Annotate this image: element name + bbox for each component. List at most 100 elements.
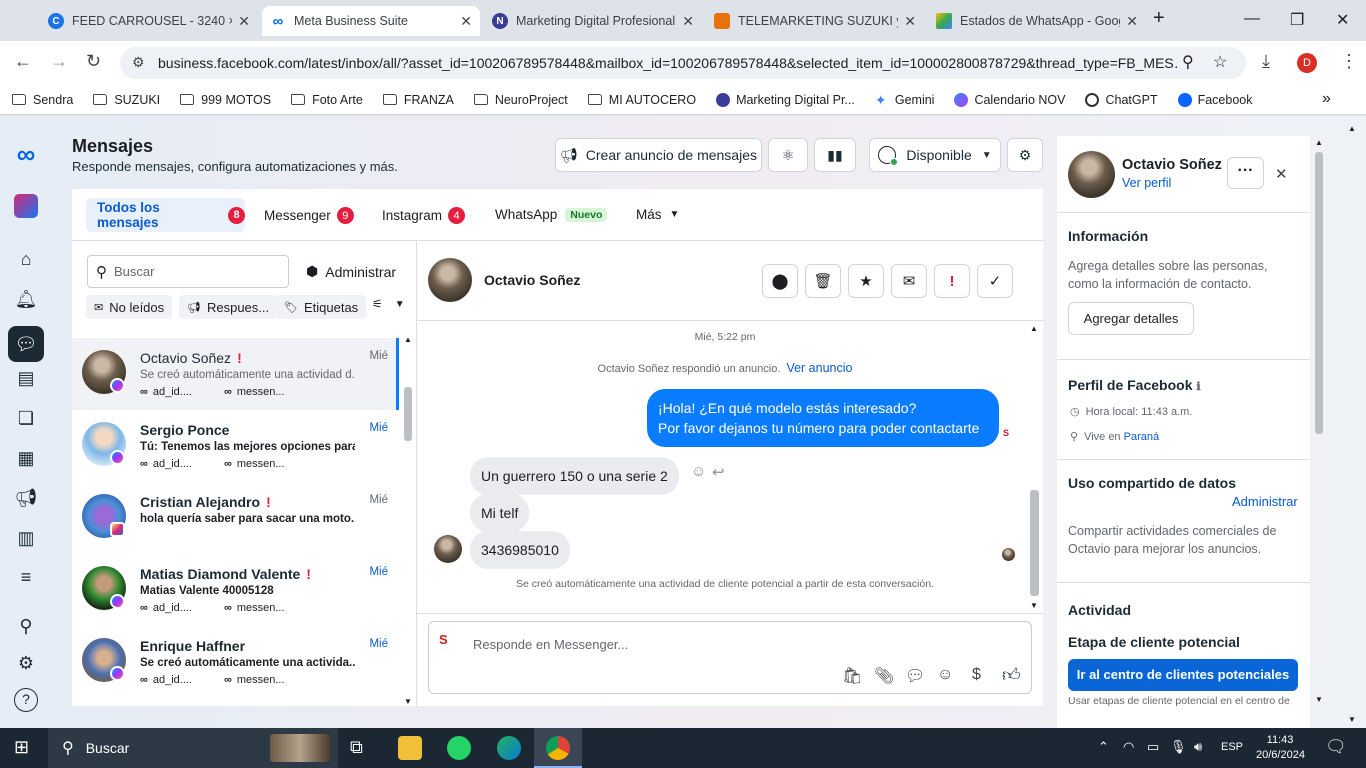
back-icon[interactable]: ←	[14, 51, 32, 72]
conversation-item[interactable]: Cristian Alejandro! hola quería saber pa…	[72, 482, 398, 554]
reply-input[interactable]: Responde en Messenger...	[473, 637, 628, 652]
spam-button[interactable]: ⬤	[762, 264, 798, 298]
bag-icon[interactable]: 🛍︎	[842, 666, 862, 686]
task-view-icon[interactable]: ⧉	[350, 737, 363, 758]
close-icon[interactable]: ✕	[682, 13, 694, 30]
chrome-taskbar-button[interactable]	[534, 728, 582, 768]
bookmark-franza[interactable]: FRANZA	[382, 93, 454, 107]
city-link[interactable]: Paraná	[1124, 431, 1159, 443]
planner-icon[interactable]: ▦	[14, 446, 38, 470]
attachment-icon[interactable]: 📎︎	[874, 666, 894, 686]
tab-messenger[interactable]: Messenger 9	[264, 207, 354, 224]
close-icon[interactable]: ✕	[238, 13, 250, 30]
bookmark-sendra[interactable]: Sendra	[12, 93, 73, 107]
download-icon[interactable]: ⤓	[1262, 51, 1270, 72]
more-bookmarks-icon[interactable]: »	[1322, 90, 1331, 108]
language-indicator[interactable]: ESP	[1221, 741, 1243, 753]
minimize-icon[interactable]: —	[1244, 10, 1260, 28]
thread-scrollbar[interactable]: ▲ ▼	[1028, 324, 1041, 610]
network-icon[interactable]: ◠	[1123, 739, 1134, 755]
windows-start-icon[interactable]: ⊞	[14, 737, 29, 758]
bookmark-foto-arte[interactable]: Foto Arte	[291, 93, 363, 107]
more-options-button[interactable]: ···	[1227, 157, 1264, 189]
payment-icon[interactable]: $	[972, 666, 981, 684]
browser-tab-feed[interactable]: C FEED CARROUSEL - 3240 × 1080✕	[40, 6, 258, 36]
notification-center-icon[interactable]: 🗨︎	[1325, 737, 1347, 757]
battery-icon[interactable]: ▭	[1147, 739, 1159, 755]
search-icon[interactable]: ⚲	[14, 614, 38, 638]
bookmark-mi-autocero[interactable]: MI AUTOCERO	[587, 93, 696, 107]
contacts-icon[interactable]: ▤	[14, 366, 38, 390]
new-tab-button[interactable]: +	[1153, 7, 1165, 30]
settings-icon[interactable]: ⚙	[14, 651, 38, 675]
page-avatar[interactable]	[14, 194, 38, 218]
more-filters-button[interactable]: ⚟ ▼	[372, 297, 405, 311]
reload-icon[interactable]: ↻	[86, 51, 101, 72]
whatsapp-icon[interactable]	[447, 736, 471, 760]
bookmark-star-icon[interactable]: ☆	[1213, 52, 1227, 72]
forward-icon[interactable]: →	[50, 51, 68, 72]
view-ad-link[interactable]: Ver anuncio	[786, 361, 852, 375]
insights-button[interactable]: ▮▮	[814, 138, 856, 172]
automations-button[interactable]: ⚛	[768, 138, 808, 172]
close-panel-icon[interactable]: ✕	[1275, 165, 1288, 183]
follow-up-button[interactable]: !	[934, 264, 970, 298]
leads-center-button[interactable]: Ir al centro de clientes potenciales	[1068, 659, 1298, 691]
scroll-thumb[interactable]	[1030, 490, 1039, 596]
bookmark-calendario[interactable]: Calendario NOV	[954, 92, 1065, 107]
file-explorer-icon[interactable]	[398, 736, 422, 760]
close-window-icon[interactable]: ✕	[1336, 10, 1349, 30]
star-button[interactable]: ★	[848, 264, 884, 298]
reply-icon[interactable]: ↩	[712, 463, 725, 481]
volume-icon[interactable]: 🔊︎	[1194, 739, 1202, 755]
mark-unread-button[interactable]: ✉	[891, 264, 927, 298]
saved-replies-icon[interactable]: 💬︎	[905, 666, 925, 686]
panel-scrollbar[interactable]: ▲ ▼	[1312, 136, 1326, 706]
restore-icon[interactable]: ❐	[1290, 10, 1304, 30]
conversation-item[interactable]: Sergio Ponce Tú: Tenemos las mejores opc…	[72, 410, 398, 482]
tab-whatsapp[interactable]: WhatsApp Nuevo	[495, 207, 608, 222]
emoji-icon[interactable]: ☺	[937, 666, 953, 684]
filter-labels[interactable]: 🏷︎ Etiquetas	[276, 295, 367, 319]
close-icon[interactable]: ✕	[904, 13, 916, 30]
edge-icon[interactable]	[497, 736, 521, 760]
ads-icon[interactable]: 📢︎	[14, 486, 38, 510]
address-bar[interactable]: ⚙ business.facebook.com/latest/inbox/all…	[120, 47, 1246, 79]
menu-icon[interactable]: ≡	[14, 565, 38, 589]
like-icon[interactable]: 👍︎	[1002, 664, 1021, 686]
page-scrollbar[interactable]: ▲ ▼	[1340, 122, 1362, 724]
conversation-item[interactable]: Octavio Soñez! Se creó automáticamente u…	[72, 338, 398, 410]
insights-icon[interactable]: ▥	[14, 526, 38, 550]
system-clock[interactable]: 11:43 20/6/2024	[1256, 733, 1305, 763]
bookmark-chatgpt[interactable]: ChatGPT	[1085, 92, 1158, 107]
search-input[interactable]: ⚲ Buscar	[87, 255, 289, 288]
close-icon[interactable]: ✕	[1126, 13, 1138, 30]
filter-responses[interactable]: 📢︎ Respues...	[179, 295, 278, 319]
conversation-item[interactable]: Enrique Haffner Se creó automáticamente …	[72, 626, 398, 698]
reply-composer[interactable]: S Responde en Messenger... 🛍︎ 📎︎ 💬︎ ☺ $ …	[428, 621, 1032, 694]
browser-tab-meta[interactable]: ∞ Meta Business Suite ✕	[262, 6, 480, 36]
conversation-item[interactable]: Matias Diamond Valente! Matias Valente 4…	[72, 554, 398, 626]
tab-more[interactable]: Más ▼	[636, 207, 679, 222]
bookmark-999-motos[interactable]: 999 MOTOS	[180, 93, 271, 107]
taskbar-search[interactable]: ⚲ Buscar	[48, 728, 338, 768]
tab-instagram[interactable]: Instagram 4	[382, 207, 466, 224]
info-icon[interactable]: ℹ	[1196, 381, 1200, 393]
bookmark-suzuki[interactable]: SUZUKI	[93, 93, 160, 107]
react-icon[interactable]: ☺	[691, 463, 706, 480]
scroll-thumb[interactable]	[1315, 152, 1323, 434]
browser-tab-telemarketing[interactable]: TELEMARKETING SUZUKI y 999✕	[706, 6, 924, 36]
bookmark-facebook[interactable]: Facebook	[1177, 92, 1252, 107]
content-icon[interactable]: ❏	[14, 406, 38, 430]
view-profile-link[interactable]: Ver perfil	[1122, 176, 1171, 190]
add-details-button[interactable]: Agregar detalles	[1068, 302, 1194, 335]
browser-menu-icon[interactable]: ⋮	[1340, 51, 1358, 72]
list-scrollbar[interactable]: ▲ ▼	[402, 335, 414, 706]
zoom-icon[interactable]: ⚲	[1182, 52, 1194, 72]
scroll-thumb[interactable]	[404, 387, 412, 441]
close-icon[interactable]: ✕	[460, 13, 472, 30]
notifications-icon[interactable]: 🔔︎	[14, 287, 38, 311]
tab-all-messages[interactable]: Todos los mensajes 8	[86, 198, 245, 232]
profile-avatar[interactable]: D	[1297, 53, 1317, 73]
meta-logo-icon[interactable]: ∞	[14, 141, 38, 167]
